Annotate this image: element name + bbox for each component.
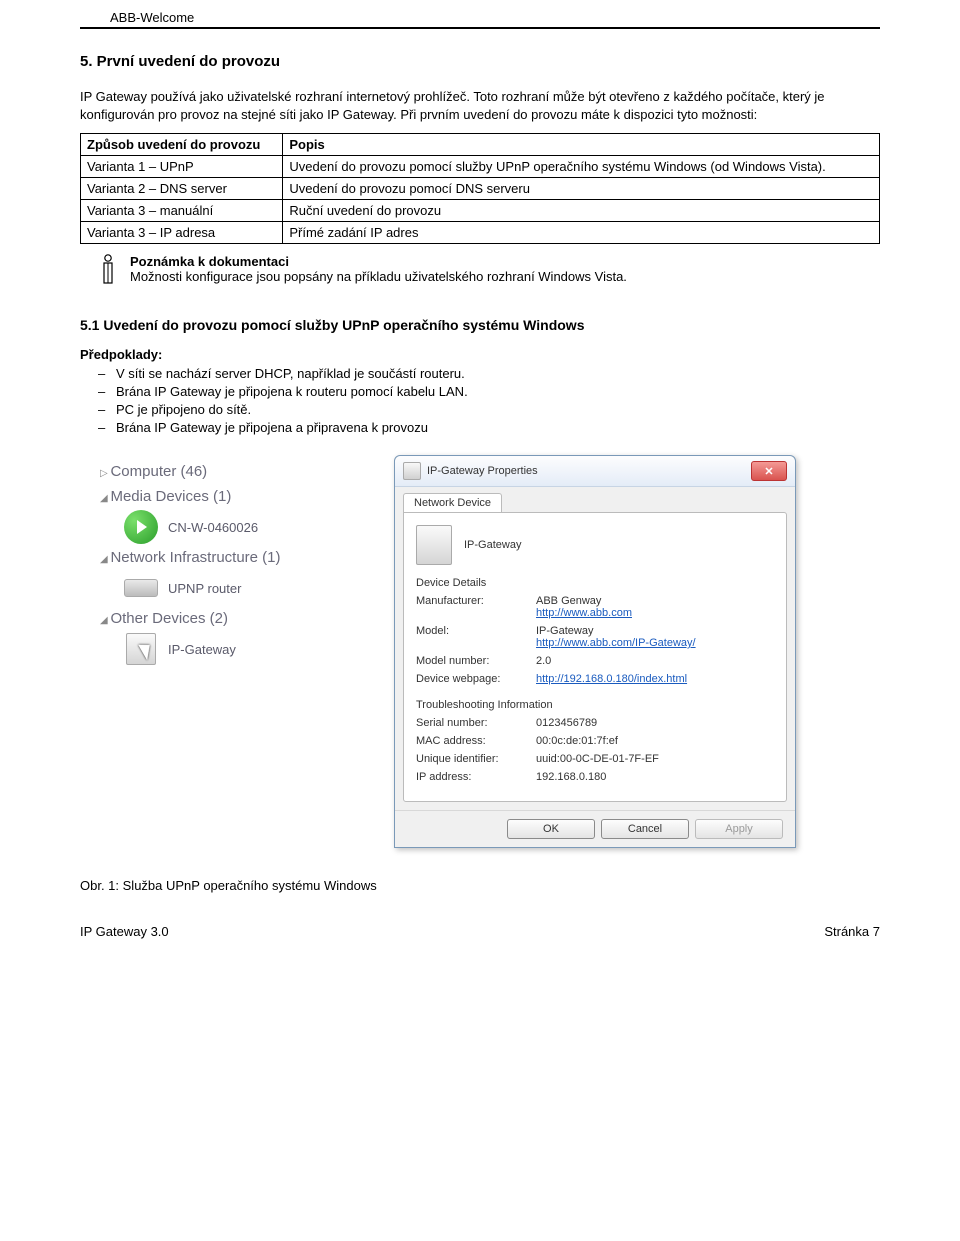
footer-right: Stránka 7 (824, 924, 880, 939)
router-icon (124, 574, 158, 602)
device-name: IP-Gateway (464, 539, 521, 551)
table-cell: Varianta 1 – UPnP (81, 156, 283, 178)
value-serial: 0123456789 (536, 717, 597, 729)
link-manufacturer[interactable]: http://www.abb.com (536, 607, 632, 619)
network-pane: Computer (46) Media Devices (1) CN-W-046… (80, 455, 378, 848)
category-media-devices[interactable]: Media Devices (1) (84, 484, 374, 509)
figure-caption: Obr. 1: Služba UPnP operačního systému W… (80, 878, 880, 893)
table-head-method: Způsob uvedení do provozu (81, 134, 283, 156)
table-cell: Uvedení do provozu pomocí DNS serveru (283, 178, 880, 200)
value-model-number: 2.0 (536, 655, 551, 667)
footer-left: IP Gateway 3.0 (80, 924, 169, 939)
close-button[interactable]: ✕ (751, 461, 787, 481)
list-item: V síti se nachází server DHCP, například… (98, 366, 880, 381)
table-head-desc: Popis (283, 134, 880, 156)
table-cell: Uvedení do provozu pomocí služby UPnP op… (283, 156, 880, 178)
device-ip-gateway[interactable]: IP-Gateway (84, 631, 374, 667)
label-ip: IP address: (416, 771, 536, 783)
list-item: Brána IP Gateway je připojena a připrave… (98, 420, 880, 435)
link-device-webpage[interactable]: http://192.168.0.180/index.html (536, 673, 687, 685)
section-device-details: Device Details (416, 577, 774, 589)
cancel-button[interactable]: Cancel (601, 819, 689, 839)
device-large-icon (416, 525, 452, 565)
intro-paragraph: IP Gateway používá jako uživatelské rozh… (80, 88, 880, 123)
device-label: IP-Gateway (168, 642, 236, 657)
category-network-infrastructure[interactable]: Network Infrastructure (1) (84, 545, 374, 570)
category-other-devices[interactable]: Other Devices (2) (84, 606, 374, 631)
value-manufacturer: ABB Genway (536, 595, 601, 607)
table-row: Varianta 3 – IP adresa Přímé zadání IP a… (81, 222, 880, 244)
table-row: Varianta 3 – manuální Ruční uvedení do p… (81, 200, 880, 222)
device-label: UPNP router (168, 581, 241, 596)
device-media[interactable]: CN-W-0460026 (84, 509, 374, 545)
media-play-icon (124, 513, 158, 541)
options-table: Způsob uvedení do provozu Popis Varianta… (80, 133, 880, 244)
info-icon (98, 254, 118, 289)
category-computer[interactable]: Computer (46) (84, 459, 374, 484)
value-model: IP-Gateway (536, 625, 593, 637)
header-rule (80, 27, 880, 29)
label-device-webpage: Device webpage: (416, 673, 536, 685)
doc-header: ABB-Welcome (110, 10, 880, 25)
table-row: Varianta 1 – UPnP Uvedení do provozu pom… (81, 156, 880, 178)
section-title: 5. První uvedení do provozu (80, 53, 880, 70)
link-model[interactable]: http://www.abb.com/IP-Gateway/ (536, 637, 696, 649)
device-icon (124, 635, 158, 663)
label-manufacturer: Manufacturer: (416, 595, 536, 619)
dialog-title: IP-Gateway Properties (427, 465, 538, 477)
properties-dialog: IP-Gateway Properties ✕ Network Device I… (394, 455, 796, 848)
table-cell: Přímé zadání IP adres (283, 222, 880, 244)
table-cell: Ruční uvedení do provozu (283, 200, 880, 222)
label-model: Model: (416, 625, 536, 649)
value-mac: 00:0c:de:01:7f:ef (536, 735, 618, 747)
note-body: Možnosti konfigurace jsou popsány na pří… (130, 269, 627, 284)
label-serial: Serial number: (416, 717, 536, 729)
value-uid: uuid:00-0C-DE-01-7F-EF (536, 753, 659, 765)
dialog-title-icon (403, 462, 421, 480)
label-model-number: Model number: (416, 655, 536, 667)
table-cell: Varianta 2 – DNS server (81, 178, 283, 200)
note-title: Poznámka k dokumentaci (130, 254, 627, 269)
table-cell: Varianta 3 – IP adresa (81, 222, 283, 244)
table-cell: Varianta 3 – manuální (81, 200, 283, 222)
screenshot-figure: Computer (46) Media Devices (1) CN-W-046… (80, 455, 880, 848)
subsection-title: 5.1 Uvedení do provozu pomocí služby UPn… (80, 317, 880, 333)
apply-button[interactable]: Apply (695, 819, 783, 839)
tab-network-device[interactable]: Network Device (403, 493, 502, 512)
label-mac: MAC address: (416, 735, 536, 747)
device-label: CN-W-0460026 (168, 520, 258, 535)
list-item: Brána IP Gateway je připojena k routeru … (98, 384, 880, 399)
label-uid: Unique identifier: (416, 753, 536, 765)
table-row: Varianta 2 – DNS server Uvedení do provo… (81, 178, 880, 200)
value-ip: 192.168.0.180 (536, 771, 606, 783)
list-item: PC je připojeno do sítě. (98, 402, 880, 417)
preconditions-list: V síti se nachází server DHCP, například… (98, 366, 880, 435)
preconditions-label: Předpoklady: (80, 347, 880, 362)
ok-button[interactable]: OK (507, 819, 595, 839)
device-router[interactable]: UPNP router (84, 570, 374, 606)
section-troubleshooting: Troubleshooting Information (416, 699, 774, 711)
